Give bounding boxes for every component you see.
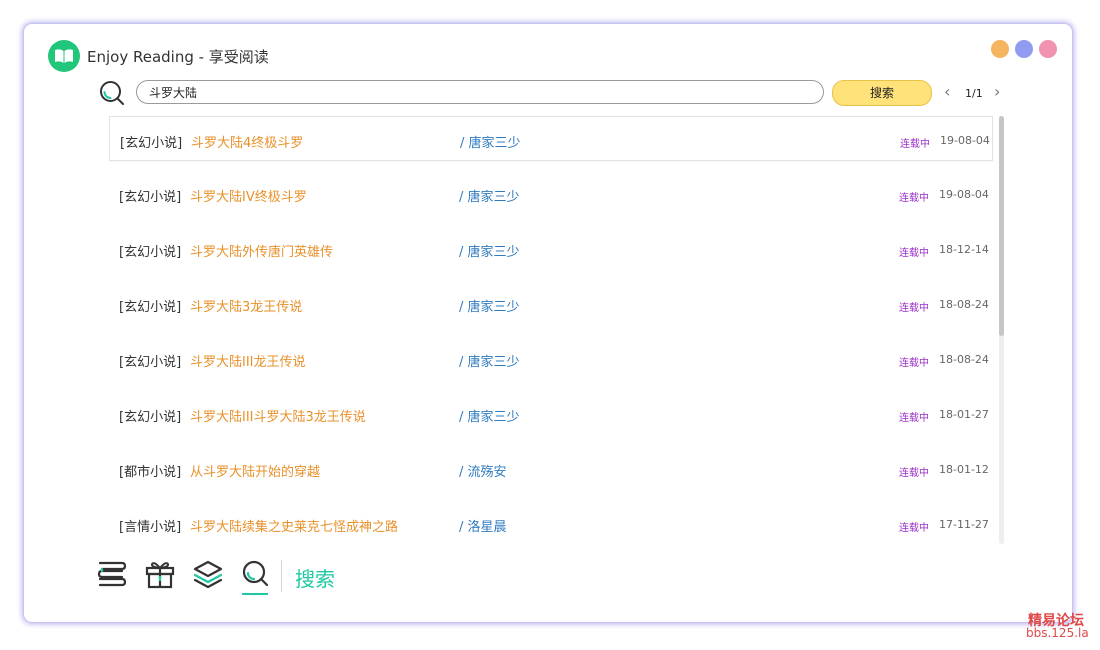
nav-divider [281, 560, 282, 592]
book-title[interactable]: 从斗罗大陆开始的穿越 [190, 461, 320, 480]
list-item[interactable]: [玄幻小说] 斗罗大陆4终极斗罗 / 唐家三少 连载中 19-08-04 [109, 116, 993, 161]
status-badge: 连载中 [899, 358, 929, 369]
scrollbar-thumb[interactable] [999, 116, 1004, 336]
status-badge: 连载中 [899, 468, 929, 479]
list-item[interactable]: [都市小说] 从斗罗大陆开始的穿越 / 流殇安 连载中 18-01-12 [109, 446, 993, 491]
book-title[interactable]: 斗罗大陆III龙王传说 [190, 351, 306, 370]
list-item[interactable]: [玄幻小说] 斗罗大陆外传唐门英雄传 / 唐家三少 连载中 18-12-14 [109, 226, 993, 271]
book-title[interactable]: 斗罗大陆3龙王传说 [190, 296, 302, 315]
update-date: 18-01-27 [939, 408, 989, 421]
search-input[interactable] [136, 80, 824, 104]
update-date: 19-08-04 [940, 134, 990, 147]
status-badge: 连载中 [899, 413, 929, 424]
page-indicator: 1/1 [965, 87, 983, 100]
app-title: Enjoy Reading - 享受阅读 [87, 48, 269, 66]
book-author[interactable]: / 洛星晨 [459, 516, 507, 535]
update-date: 18-12-14 [939, 243, 989, 256]
status-badge: 连载中 [900, 139, 930, 150]
update-date: 18-08-24 [939, 298, 989, 311]
book-title[interactable]: 斗罗大陆III斗罗大陆3龙王传说 [190, 406, 366, 425]
app-window: Enjoy Reading - 享受阅读 搜索 ‹ 1/1 › [玄幻小说] 斗… [24, 24, 1072, 622]
book-author[interactable]: / 唐家三少 [459, 296, 520, 315]
update-date: 18-08-24 [939, 353, 989, 366]
book-category: [玄幻小说] [119, 300, 182, 315]
book-title[interactable]: 斗罗大陆外传唐门英雄传 [190, 241, 333, 260]
search-button[interactable]: 搜索 [832, 80, 932, 106]
next-page-button[interactable]: › [994, 83, 1000, 101]
status-badge: 连载中 [899, 193, 929, 204]
prev-page-button[interactable]: ‹ [944, 83, 950, 101]
book-category: [言情小说] [119, 520, 182, 535]
status-badge: 连载中 [899, 248, 929, 259]
book-author[interactable]: / 流殇安 [459, 461, 507, 480]
book-author[interactable]: / 唐家三少 [459, 241, 520, 260]
search-nav-icon[interactable] [240, 559, 272, 593]
book-title[interactable]: 斗罗大陆续集之史莱克七怪成神之路 [190, 516, 398, 535]
app-logo [48, 40, 80, 72]
active-tab-label: 搜索 [295, 567, 335, 591]
book-author[interactable]: / 唐家三少 [459, 406, 520, 425]
book-category: [玄幻小说] [119, 245, 182, 260]
list-item[interactable]: [玄幻小说] 斗罗大陆III龙王传说 / 唐家三少 连载中 18-08-24 [109, 336, 993, 381]
layers-icon[interactable] [192, 559, 224, 593]
book-title[interactable]: 斗罗大陆IV终极斗罗 [190, 186, 307, 205]
minimize-button[interactable] [991, 40, 1009, 58]
book-author[interactable]: / 唐家三少 [460, 132, 521, 151]
watermark-url: bbs.125.la [1026, 626, 1089, 640]
gift-icon[interactable] [144, 559, 176, 593]
book-category: [玄幻小说] [119, 190, 182, 205]
book-category: [玄幻小说] [120, 136, 183, 151]
maximize-button[interactable] [1015, 40, 1033, 58]
update-date: 19-08-04 [939, 188, 989, 201]
book-author[interactable]: / 唐家三少 [459, 351, 520, 370]
book-category: [玄幻小说] [119, 355, 182, 370]
results-list: [玄幻小说] 斗罗大陆4终极斗罗 / 唐家三少 连载中 19-08-04 [玄幻… [109, 116, 995, 544]
update-date: 18-01-12 [939, 463, 989, 476]
book-category: [玄幻小说] [119, 410, 182, 425]
list-item[interactable]: [言情小说] 斗罗大陆续集之史莱克七怪成神之路 / 洛星晨 连载中 17-11-… [109, 501, 993, 544]
book-category: [都市小说] [119, 465, 182, 480]
list-item[interactable]: [玄幻小说] 斗罗大陆IV终极斗罗 / 唐家三少 连载中 19-08-04 [109, 171, 993, 216]
active-tab-indicator [242, 593, 268, 595]
status-badge: 连载中 [899, 303, 929, 314]
book-title[interactable]: 斗罗大陆4终极斗罗 [191, 132, 303, 151]
list-item[interactable]: [玄幻小说] 斗罗大陆III斗罗大陆3龙王传说 / 唐家三少 连载中 18-01… [109, 391, 993, 436]
list-item[interactable]: [玄幻小说] 斗罗大陆3龙王传说 / 唐家三少 连载中 18-08-24 [109, 281, 993, 326]
status-badge: 连载中 [899, 523, 929, 534]
open-book-icon [55, 49, 73, 63]
close-button[interactable] [1039, 40, 1057, 58]
update-date: 17-11-27 [939, 518, 989, 531]
bookshelf-icon[interactable] [96, 559, 128, 593]
search-icon [98, 79, 126, 111]
book-author[interactable]: / 唐家三少 [459, 186, 520, 205]
scrollbar[interactable] [999, 116, 1004, 544]
